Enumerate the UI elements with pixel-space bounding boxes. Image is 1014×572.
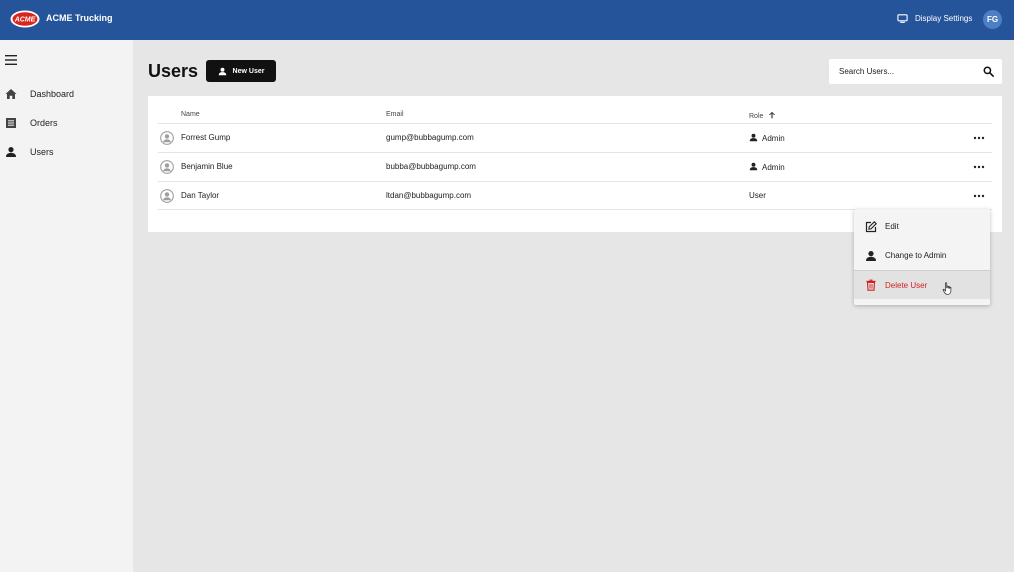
person-icon	[749, 133, 758, 142]
search-input[interactable]	[829, 59, 979, 84]
user-email: gump@bubbagump.com	[386, 133, 474, 142]
user-role-label: Admin	[762, 134, 785, 143]
search-icon[interactable]	[983, 66, 994, 77]
home-icon	[5, 89, 17, 99]
user-role: Admin	[749, 133, 785, 143]
table-row[interactable]: Forrest Gump gump@bubbagump.com Admin	[158, 123, 992, 152]
list-icon	[6, 118, 16, 128]
trash-icon	[866, 279, 876, 291]
column-header-email[interactable]: Email	[386, 111, 404, 118]
sidebar-item-users[interactable]: Users	[0, 141, 133, 163]
person-icon	[749, 162, 758, 171]
menu-item-label: Edit	[885, 222, 899, 231]
sidebar-item-label: Orders	[30, 118, 58, 128]
menu-item-edit[interactable]: Edit	[854, 212, 990, 241]
more-options-icon[interactable]	[972, 190, 986, 202]
menu-item-label: Change to Admin	[885, 251, 947, 260]
user-name: Forrest Gump	[181, 133, 231, 142]
search-box	[829, 59, 1002, 84]
page-title: Users	[148, 61, 199, 81]
new-user-label: New User	[232, 67, 265, 75]
sidebar-item-dashboard[interactable]: Dashboard	[0, 83, 133, 105]
display-settings-button[interactable]: Display Settings	[897, 13, 972, 24]
arrow-up-icon	[769, 111, 776, 119]
menu-item-change-to-admin[interactable]: Change to Admin	[854, 241, 990, 270]
user-avatar[interactable]: FG	[983, 10, 1002, 29]
user-email: ltdan@bubbagump.com	[386, 191, 472, 200]
user-name: Benjamin Blue	[181, 162, 233, 171]
sidebar: Dashboard Orders Users	[0, 40, 133, 572]
sidebar-item-orders[interactable]: Orders	[0, 112, 133, 134]
menu-item-delete-user[interactable]: Delete User	[854, 270, 990, 299]
top-app-bar: ACME ACME Trucking Display Settings FG	[0, 0, 1014, 40]
menu-icon[interactable]	[5, 55, 17, 65]
more-options-icon[interactable]	[972, 161, 986, 173]
person-icon	[6, 147, 16, 157]
new-user-button[interactable]: New User	[206, 60, 276, 82]
person-icon	[218, 67, 226, 75]
acme-logo[interactable]: ACME	[10, 10, 40, 28]
monitor-icon	[897, 14, 908, 23]
user-avatar-icon	[160, 189, 174, 203]
edit-icon	[865, 220, 877, 232]
menu-item-label: Delete User	[885, 280, 928, 290]
user-avatar-icon	[160, 131, 174, 145]
logo-text: ACME	[14, 17, 36, 24]
table-row[interactable]: Dan Taylor ltdan@bubbagump.com User	[158, 181, 992, 210]
column-header-role[interactable]: Role	[749, 111, 776, 120]
user-avatar-icon	[160, 160, 174, 174]
user-email: bubba@bubbagump.com	[386, 162, 476, 171]
user-name: Dan Taylor	[181, 191, 220, 200]
row-options-menu: Edit Change to Admin Delete User	[854, 209, 990, 305]
column-header-name[interactable]: Name	[181, 111, 200, 118]
sidebar-item-label: Dashboard	[30, 89, 75, 99]
sidebar-item-label: Users	[30, 147, 54, 157]
display-settings-label: Display Settings	[915, 14, 973, 23]
user-role: Admin	[749, 162, 785, 172]
app-title: ACME Trucking	[46, 13, 113, 23]
user-role-label: Admin	[762, 163, 785, 172]
more-options-icon[interactable]	[972, 132, 986, 144]
person-icon	[866, 250, 876, 261]
user-role: User	[749, 191, 766, 200]
table-row[interactable]: Benjamin Blue bubba@bubbagump.com Admin	[158, 152, 992, 181]
column-header-role-label: Role	[749, 113, 764, 120]
